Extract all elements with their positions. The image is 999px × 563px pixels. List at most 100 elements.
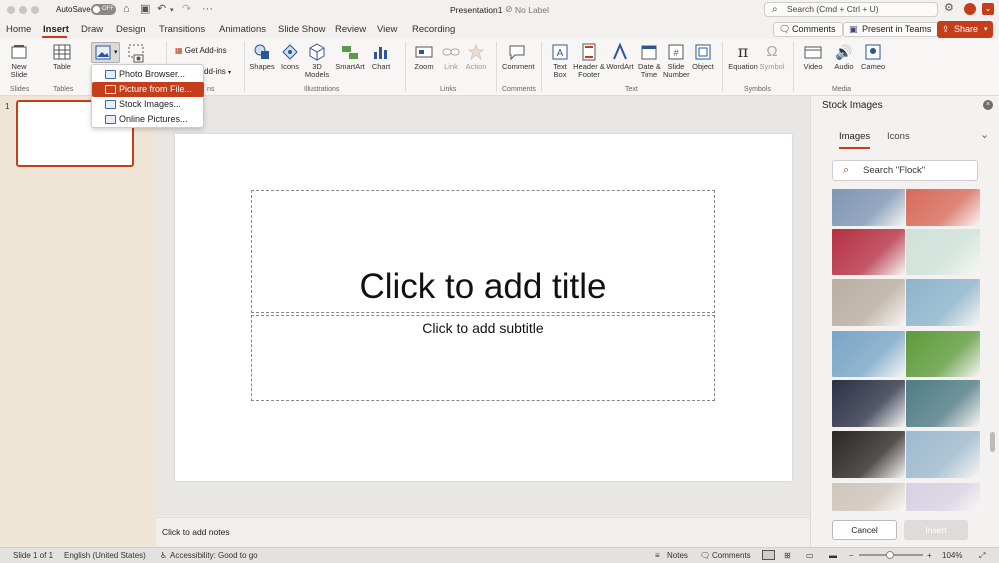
zoom-out-icon[interactable]: −: [849, 551, 854, 560]
stock-image-thumbnail[interactable]: [906, 279, 980, 326]
zoom-button[interactable]: Zoom: [412, 43, 436, 71]
tab-transitions[interactable]: Transitions: [159, 24, 205, 36]
my-addins-button[interactable]: dd-ins ▾: [204, 67, 231, 76]
menu-item-picture-from-file[interactable]: Picture from File...: [92, 82, 204, 97]
stock-image-thumbnail[interactable]: [906, 380, 980, 427]
stock-image-thumbnail[interactable]: [906, 431, 980, 478]
tab-insert[interactable]: Insert: [43, 24, 69, 36]
screenshot-button[interactable]: [127, 43, 147, 63]
normal-view-icon[interactable]: [762, 550, 775, 560]
wordart-button[interactable]: WordArt: [606, 43, 634, 71]
equation-button[interactable]: π Equation: [728, 43, 758, 71]
3d-models-button[interactable]: 3D Models: [304, 43, 330, 79]
minimize-window-button[interactable]: [19, 6, 27, 14]
tab-design[interactable]: Design: [116, 24, 146, 36]
zoom-slider-handle[interactable]: [886, 551, 894, 559]
menu-item-photo-browser[interactable]: Photo Browser...: [92, 67, 204, 82]
tab-animations[interactable]: Animations: [219, 24, 266, 36]
menu-item-stock-images[interactable]: Stock Images...: [92, 97, 204, 112]
notes-pane[interactable]: Click to add notes: [156, 517, 810, 547]
chevron-down-icon[interactable]: ⌄: [980, 128, 989, 141]
comment-button[interactable]: Comment: [502, 43, 535, 71]
chart-button[interactable]: Chart: [369, 43, 393, 71]
avatar[interactable]: [964, 3, 976, 15]
undo-icon[interactable]: ↶: [157, 3, 166, 15]
stock-image-thumbnail[interactable]: [832, 431, 905, 478]
icons-button[interactable]: Icons: [279, 43, 301, 71]
account-menu-icon[interactable]: ⌄: [982, 3, 994, 15]
smartart-button[interactable]: SmartArt: [334, 43, 366, 71]
symbol-button[interactable]: Ω Symbol: [759, 43, 785, 71]
tab-home[interactable]: Home: [6, 24, 31, 36]
tab-images[interactable]: Images: [839, 131, 870, 142]
tab-icons[interactable]: Icons: [887, 131, 910, 142]
stock-image-thumbnail[interactable]: [832, 229, 905, 275]
slide-number-button[interactable]: # Slide Number: [663, 43, 690, 79]
zoom-window-button[interactable]: [31, 6, 39, 14]
present-in-teams-button[interactable]: ▣ Present in Teams: [843, 22, 939, 37]
accessibility-status[interactable]: Accessibility: Good to go: [170, 551, 258, 560]
notes-toggle[interactable]: Notes: [667, 551, 688, 560]
zoom-in-icon[interactable]: +: [927, 551, 932, 560]
comments-button[interactable]: 🗨 Comments: [773, 22, 843, 37]
slideshow-icon[interactable]: ▬: [829, 551, 837, 560]
share-button[interactable]: ⇪ Share ▾: [937, 21, 993, 38]
object-icon: [695, 44, 711, 60]
panel-scrollbar[interactable]: [990, 432, 995, 452]
stock-search-input[interactable]: ⌕ Search "Flock": [832, 160, 978, 181]
cancel-button[interactable]: Cancel: [832, 520, 897, 540]
sensitivity-icon[interactable]: ⊘: [505, 4, 513, 15]
fit-to-window-icon[interactable]: ⤢: [979, 551, 985, 561]
object-button[interactable]: Object: [691, 43, 715, 71]
audio-button[interactable]: 🔊 Audio: [832, 43, 856, 71]
get-addins-button[interactable]: ▦ Get Add-ins: [175, 46, 227, 55]
title-placeholder[interactable]: Click to add title: [251, 190, 715, 313]
close-window-button[interactable]: [7, 6, 15, 14]
tab-draw[interactable]: Draw: [81, 24, 103, 36]
tab-review[interactable]: Review: [335, 24, 366, 36]
stock-image-thumbnail[interactable]: [906, 331, 980, 377]
settings-icon[interactable]: ⚙: [944, 2, 954, 14]
close-icon[interactable]: ×: [983, 100, 993, 110]
video-button[interactable]: Video: [801, 43, 825, 71]
stock-image-thumbnail[interactable]: [832, 279, 905, 326]
language-status[interactable]: English (United States): [64, 551, 146, 560]
tab-slide-show[interactable]: Slide Show: [278, 24, 326, 36]
more-commands-icon[interactable]: ···: [202, 3, 213, 15]
insert-button[interactable]: Insert: [904, 520, 968, 540]
stock-image-thumbnail[interactable]: [832, 380, 905, 427]
table-button[interactable]: Table: [48, 43, 76, 71]
menu-item-online-pictures[interactable]: Online Pictures...: [92, 112, 204, 127]
redo-icon[interactable]: ↷: [182, 3, 191, 15]
comments-icon: 🗨: [700, 551, 711, 560]
date-time-button[interactable]: Date & Time: [638, 43, 661, 79]
zoom-level[interactable]: 104%: [942, 551, 962, 560]
home-icon[interactable]: ⌂: [123, 3, 130, 15]
link-button[interactable]: Link: [441, 43, 461, 71]
undo-dropdown-icon[interactable]: ▾: [170, 5, 174, 17]
header-footer-button[interactable]: Header & Footer: [573, 43, 605, 79]
stock-image-thumbnail[interactable]: [906, 483, 980, 511]
comments-toggle[interactable]: Comments: [712, 551, 751, 560]
slide-sorter-icon[interactable]: ⊞: [784, 551, 791, 560]
search-input[interactable]: ⌕ Search (Cmd + Ctrl + U): [764, 2, 938, 17]
stock-image-thumbnail[interactable]: [906, 229, 980, 275]
sensitivity-label[interactable]: No Label: [515, 5, 549, 15]
autosave-toggle[interactable]: OFF: [91, 4, 116, 15]
stock-image-thumbnail[interactable]: [832, 189, 905, 226]
action-button[interactable]: Action: [465, 43, 487, 71]
tab-recording[interactable]: Recording: [412, 24, 455, 36]
group-label-media: Media: [832, 86, 852, 93]
stock-image-thumbnail[interactable]: [906, 189, 980, 226]
new-slide-button[interactable]: New Slide: [6, 43, 32, 79]
tab-view[interactable]: View: [377, 24, 397, 36]
shapes-button[interactable]: Shapes: [249, 43, 275, 71]
reading-view-icon[interactable]: ▭: [806, 551, 814, 560]
pictures-button[interactable]: ▾: [91, 42, 120, 63]
save-icon[interactable]: ▣: [140, 3, 150, 15]
stock-image-thumbnail[interactable]: [832, 331, 905, 377]
text-box-button[interactable]: A Text Box: [549, 43, 571, 79]
cameo-button[interactable]: Cameo: [861, 43, 885, 71]
subtitle-placeholder[interactable]: Click to add subtitle: [251, 315, 715, 401]
stock-image-thumbnail[interactable]: [832, 483, 905, 511]
